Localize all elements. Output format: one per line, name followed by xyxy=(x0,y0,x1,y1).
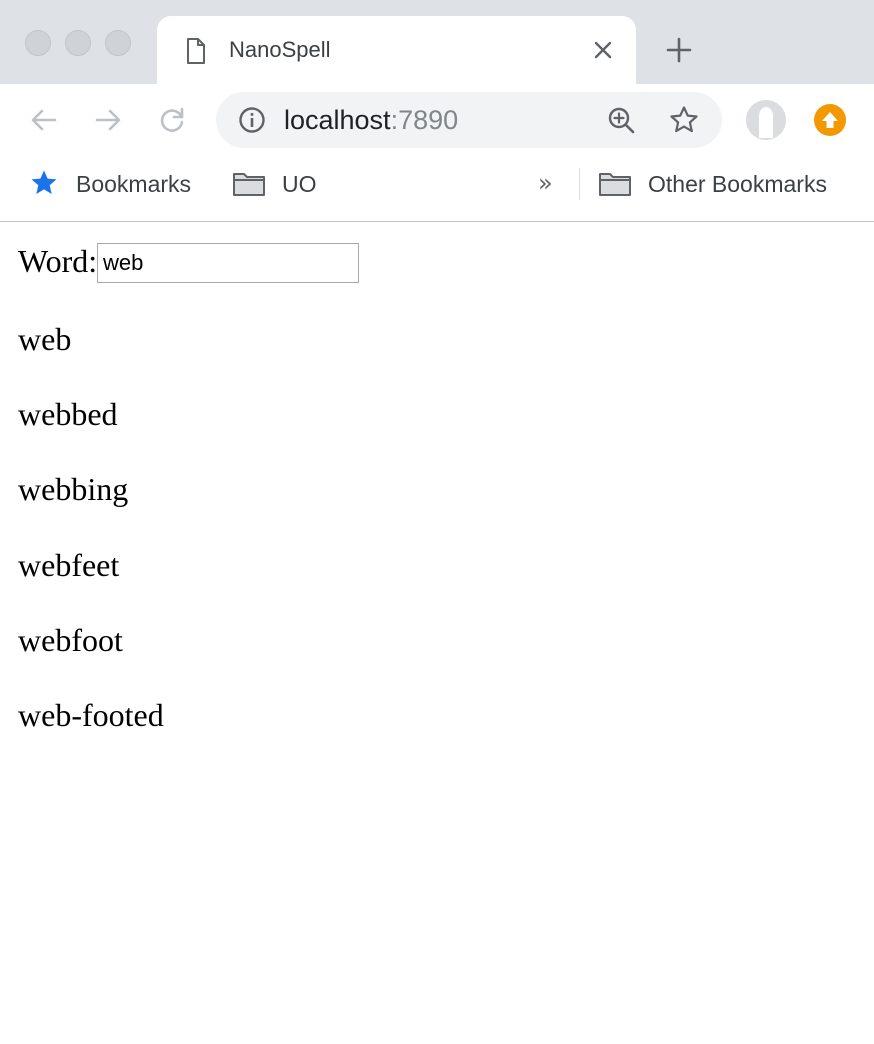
folder-icon xyxy=(233,173,265,196)
suggestion-item: webfoot xyxy=(18,621,123,658)
url-text: localhost:7890 xyxy=(284,104,458,136)
zoom-in-icon[interactable] xyxy=(606,105,636,135)
window-close-button[interactable] xyxy=(25,30,51,56)
bookmark-label: Bookmarks xyxy=(76,171,192,197)
bookmark-folder-uo[interactable]: UO xyxy=(232,166,332,202)
star-icon xyxy=(31,170,57,194)
suggestion-item: webbed xyxy=(18,396,118,433)
tab-strip: NanoSpell xyxy=(0,0,874,84)
window-maximize-button[interactable] xyxy=(105,30,131,56)
profile-avatar[interactable] xyxy=(746,100,786,140)
page-content: Word: web webbed webbing webfeet webfoot… xyxy=(0,222,874,1044)
window-minimize-button[interactable] xyxy=(65,30,91,56)
bookmarks-divider xyxy=(579,168,580,200)
forward-arrow-icon[interactable] xyxy=(92,104,124,136)
address-bar[interactable]: localhost:7890 xyxy=(216,92,722,148)
other-bookmarks-label: Other Bookmarks xyxy=(648,171,827,197)
suggestion-item: webbing xyxy=(18,471,129,508)
bookmark-star-icon[interactable] xyxy=(668,104,700,136)
profile-icon xyxy=(746,100,786,140)
suggestions-list: web webbed webbing webfeet webfoot web-f… xyxy=(18,320,164,771)
close-tab-icon[interactable] xyxy=(589,36,617,64)
info-icon[interactable] xyxy=(238,106,266,134)
word-label: Word: xyxy=(18,243,98,279)
bookmarks-bar: Bookmarks UO » Other Bookmarks xyxy=(0,156,874,222)
new-tab-icon[interactable] xyxy=(664,35,694,65)
word-input[interactable] xyxy=(97,243,359,283)
folder-icon xyxy=(599,173,631,196)
bookmarks-overflow-button[interactable]: » xyxy=(538,170,553,196)
browser-toolbar: localhost:7890 xyxy=(0,84,874,156)
url-host: localhost xyxy=(284,105,391,135)
other-bookmarks-folder[interactable]: Other Bookmarks xyxy=(598,166,858,202)
bookmark-item-bookmarks[interactable]: Bookmarks xyxy=(28,166,218,202)
arrow-up-icon xyxy=(822,112,838,128)
active-tab[interactable]: NanoSpell xyxy=(157,16,636,84)
suggestion-item: web xyxy=(18,321,72,357)
bookmark-label: UO xyxy=(282,171,317,197)
page-icon xyxy=(187,38,205,64)
tab-title: NanoSpell xyxy=(229,37,331,62)
reload-icon[interactable] xyxy=(156,104,188,136)
suggestion-item: web-footed xyxy=(18,696,164,733)
url-port: :7890 xyxy=(390,105,459,135)
suggestion-item: webfeet xyxy=(18,546,120,583)
back-arrow-icon[interactable] xyxy=(28,104,60,136)
update-available-button[interactable] xyxy=(814,104,846,136)
